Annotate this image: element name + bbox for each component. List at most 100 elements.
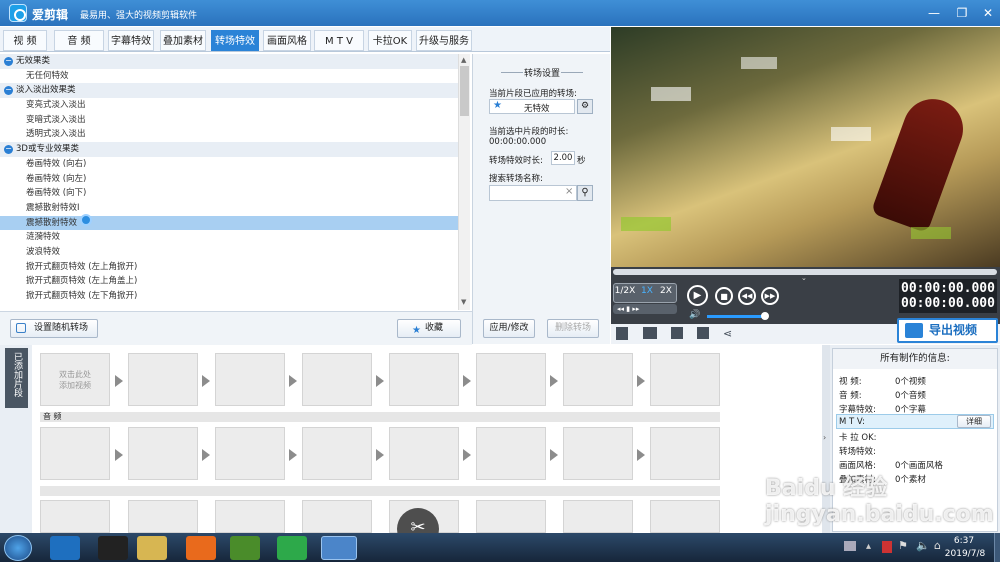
tab-audio[interactable]: 音 频 xyxy=(54,30,104,51)
list-item[interactable]: 掀开式翻页特效 (左上角盖上) xyxy=(0,274,458,289)
list-item[interactable]: 变暗式淡入淡出 xyxy=(0,113,458,128)
video-app-icon[interactable] xyxy=(50,536,80,560)
clip-slot[interactable] xyxy=(389,427,459,480)
clip-slot[interactable] xyxy=(563,353,633,406)
clip-slot[interactable] xyxy=(302,427,372,480)
play-icon[interactable]: ▶ xyxy=(687,285,708,306)
list-item[interactable]: 透明式淡入淡出 xyxy=(0,127,458,142)
category-no-effect[interactable]: − 无效果类 xyxy=(0,54,458,69)
clip-slot[interactable] xyxy=(40,427,110,480)
clip-slot[interactable] xyxy=(40,500,110,533)
start-button[interactable] xyxy=(4,535,32,561)
tray-arrow-icon[interactable]: ▴ xyxy=(866,541,871,552)
apply-button[interactable]: 应用/修改 xyxy=(483,319,535,338)
close-icon[interactable]: ✕ xyxy=(976,3,1000,23)
clip-slot[interactable] xyxy=(650,500,720,533)
list-item[interactable]: 卷画特效 (向下) xyxy=(0,186,458,201)
clock-time[interactable]: 6:37 xyxy=(944,536,984,546)
preview-effect-icon[interactable]: ⚙ xyxy=(577,99,593,114)
clip-slot[interactable] xyxy=(650,353,720,406)
clip-slot[interactable] xyxy=(128,353,198,406)
tab-subtitle-effects[interactable]: 字幕特效 xyxy=(108,30,154,51)
collapse-icon[interactable]: − xyxy=(4,57,13,66)
chevron-down-icon[interactable]: ⌄ xyxy=(801,274,807,282)
show-desktop-button[interactable] xyxy=(994,533,1000,562)
open-folder-icon[interactable] xyxy=(643,327,657,339)
favorite-button[interactable]: ★ 收藏 xyxy=(397,319,461,338)
list-item[interactable]: 震撼散射特效I xyxy=(0,201,458,216)
help-icon[interactable] xyxy=(697,327,709,339)
new-project-icon[interactable] xyxy=(616,327,628,340)
tab-picture-style[interactable]: 画面风格 xyxy=(263,30,311,51)
save-icon[interactable] xyxy=(671,327,683,339)
chevron-right-icon[interactable]: › xyxy=(823,433,826,442)
search-input[interactable] xyxy=(489,185,577,201)
list-item[interactable]: 涟漪特效 xyxy=(0,230,458,245)
collapse-icon[interactable]: − xyxy=(4,86,13,96)
add-video-clip[interactable]: 双击此处 添加视频 xyxy=(40,353,110,406)
security-icon[interactable] xyxy=(882,541,892,553)
clip-slot[interactable] xyxy=(476,353,546,406)
clip-slot[interactable] xyxy=(389,353,459,406)
tab-overlay-material[interactable]: 叠加素材 xyxy=(160,30,206,51)
category-3d[interactable]: −3D或专业效果类 xyxy=(0,142,458,157)
clip-slot[interactable] xyxy=(215,353,285,406)
list-item[interactable]: 变亮式淡入淡出 xyxy=(0,98,458,113)
tab-video[interactable]: 视 频 xyxy=(3,30,47,51)
clip-slot[interactable] xyxy=(650,427,720,480)
tab-transition-effects[interactable]: 转场特效 xyxy=(211,30,259,51)
detail-button[interactable]: 详细 xyxy=(957,415,991,428)
clip-slot[interactable] xyxy=(476,500,546,533)
next-icon[interactable]: ▶▶ xyxy=(761,287,779,305)
tab-mtv[interactable]: M T V xyxy=(314,30,364,51)
clip-slot[interactable] xyxy=(128,500,198,533)
keyboard-icon[interactable] xyxy=(844,541,856,551)
network-icon[interactable]: ⚑ xyxy=(898,539,908,552)
list-scrollbar[interactable]: ▲ ▼ xyxy=(458,54,470,310)
clip-slot[interactable] xyxy=(128,427,198,480)
list-item-selected[interactable]: 震撼散射特效 xyxy=(0,215,458,231)
category-fade[interactable]: − 淡入淡出效果类 xyxy=(0,83,458,99)
speed-half[interactable]: 1/2X xyxy=(614,286,636,296)
restore-icon[interactable]: ❐ xyxy=(950,3,974,23)
step-controls[interactable]: ◂◂ ▮ ▸▸ xyxy=(613,304,677,314)
effect-duration-input[interactable]: 2.00 xyxy=(551,151,575,165)
volume-tray-icon[interactable]: 🔈 xyxy=(916,539,930,552)
random-transition-button[interactable]: 设置随机转场 xyxy=(10,319,98,338)
list-item[interactable]: 卷画特效 (向右) xyxy=(0,157,458,172)
list-item[interactable]: 无任何特效 xyxy=(0,69,458,84)
media-player-icon[interactable] xyxy=(230,536,260,560)
clock-date[interactable]: 2019/7/8 xyxy=(938,549,992,559)
clip-slot[interactable] xyxy=(563,500,633,533)
minimize-icon[interactable]: — xyxy=(922,3,946,23)
list-item[interactable]: 波浪特效 xyxy=(0,245,458,260)
collapse-icon[interactable]: − xyxy=(4,145,13,155)
scroll-up-icon[interactable]: ▲ xyxy=(461,56,466,64)
tab-karaoke[interactable]: 卡拉OK xyxy=(368,30,412,51)
speed-normal[interactable]: 1X xyxy=(639,286,655,296)
clip-slot[interactable] xyxy=(215,427,285,480)
export-video-button[interactable]: 导出视频 xyxy=(897,318,998,343)
tab-upgrade-service[interactable]: 升级与服务 xyxy=(416,30,472,51)
clip-slot[interactable] xyxy=(302,500,372,533)
firefox-icon[interactable] xyxy=(186,536,216,560)
share-icon[interactable]: ⋖ xyxy=(723,327,732,340)
clip-slot[interactable] xyxy=(476,427,546,480)
added-clips-tab[interactable]: 已添加片段 xyxy=(5,348,28,408)
stop-icon[interactable]: ■ xyxy=(715,287,733,305)
previous-icon[interactable]: ◀◀ xyxy=(738,287,756,305)
clip-slot[interactable] xyxy=(563,427,633,480)
delete-transition-button[interactable]: 删除转场 xyxy=(547,319,599,338)
volume-slider[interactable] xyxy=(707,315,763,318)
clip-slot[interactable] xyxy=(302,353,372,406)
volume-knob[interactable] xyxy=(761,312,769,320)
browser-icon[interactable] xyxy=(277,536,307,560)
list-item[interactable]: 掀开式翻页特效 (左上角掀开) xyxy=(0,260,458,275)
scroll-down-icon[interactable]: ▼ xyxy=(461,298,466,306)
aijianji-task-icon[interactable] xyxy=(321,536,357,560)
clip-slot[interactable] xyxy=(215,500,285,533)
list-item[interactable]: 卷画特效 (向左) xyxy=(0,172,458,187)
search-icon[interactable]: ⚲ xyxy=(577,185,593,201)
file-explorer-icon[interactable] xyxy=(137,536,167,560)
volume-icon[interactable]: 🔊 xyxy=(689,310,700,320)
